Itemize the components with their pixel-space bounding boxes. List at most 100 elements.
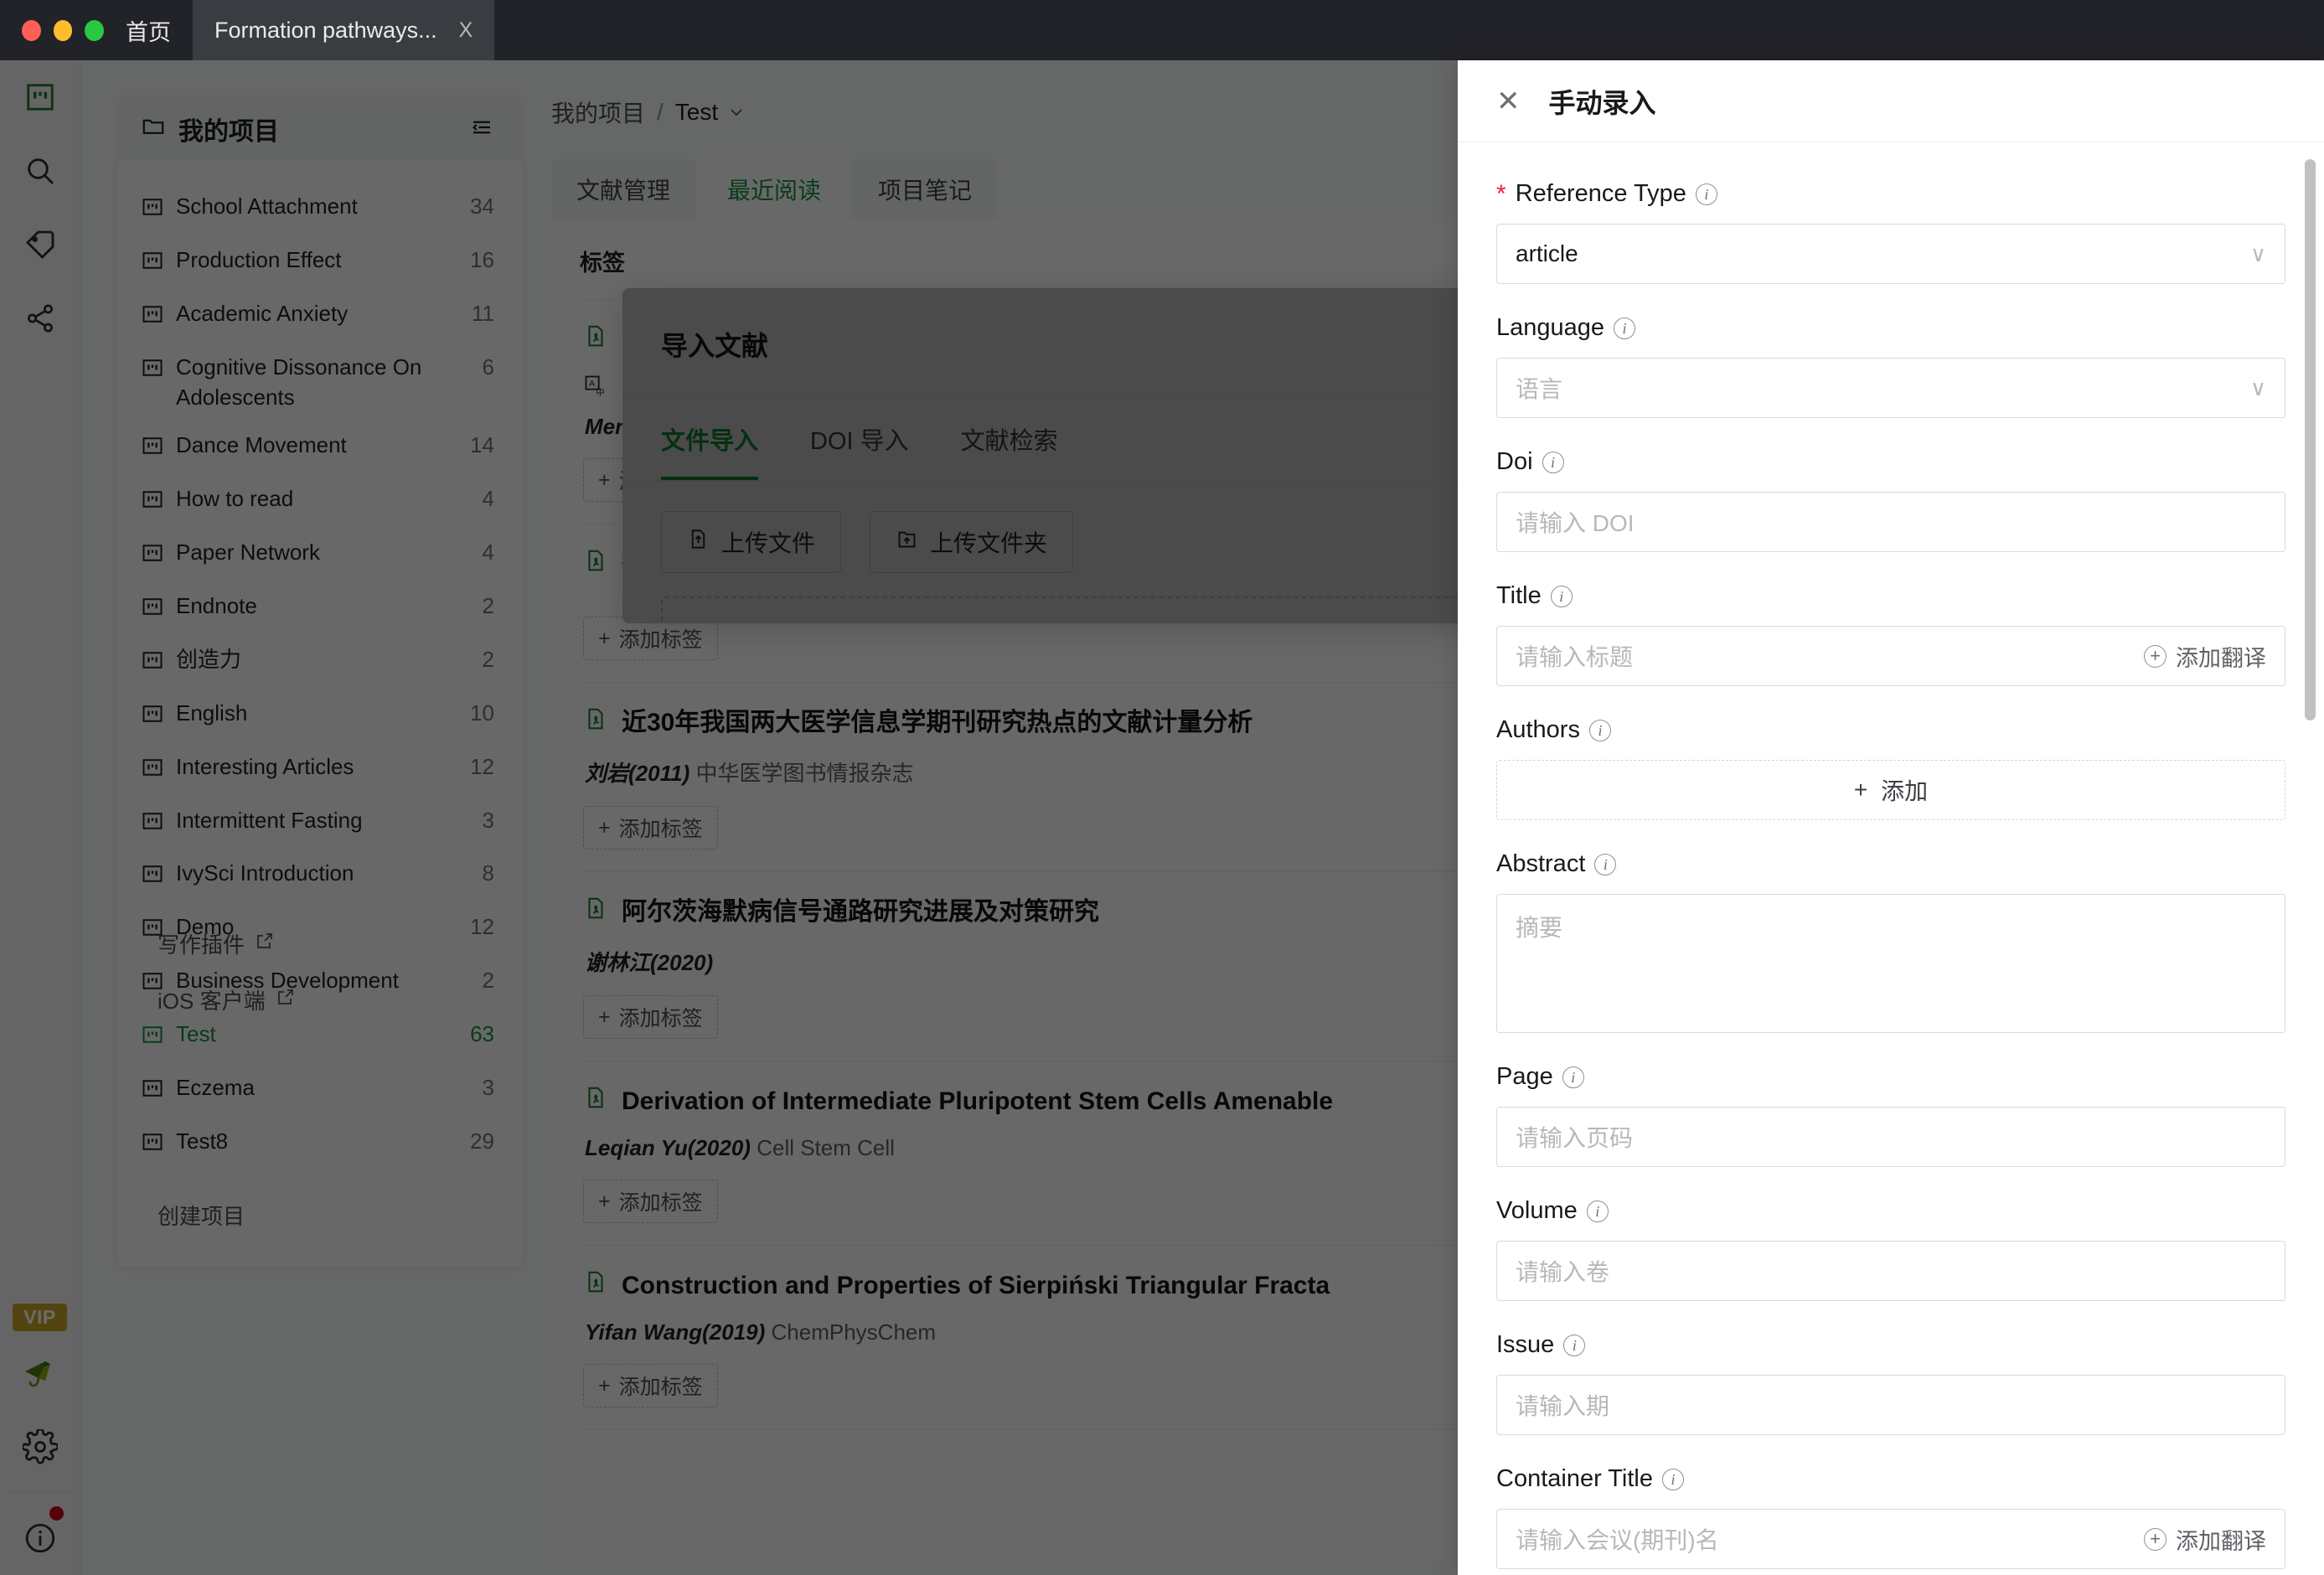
sidebar-item-ivysci-introduction[interactable]: IvySci Introduction 8 xyxy=(117,849,523,903)
info-tooltip-icon[interactable]: i xyxy=(1695,183,1717,205)
sidebar-item-intermittent-fasting[interactable]: Intermittent Fasting 3 xyxy=(117,797,523,850)
gear-icon[interactable] xyxy=(0,1410,80,1484)
field-label: Title xyxy=(1496,582,1542,609)
tab-最近阅读[interactable]: 最近阅读 xyxy=(702,159,847,219)
window-tab-document[interactable]: Formation pathways... X xyxy=(193,0,495,60)
document-title: 近30年我国两大医学信息学期刊研究热点的文献计量分析 xyxy=(622,709,1253,736)
plus-icon: + xyxy=(1853,777,1868,803)
sidebar-item-dance-movement[interactable]: Dance Movement 14 xyxy=(117,421,523,475)
project-icon xyxy=(141,1077,164,1108)
add-tag-button[interactable]: + 添加标签 xyxy=(583,995,718,1039)
vip-badge[interactable]: VIP xyxy=(13,1304,67,1331)
project-icon xyxy=(141,595,164,627)
maximize-window-button[interactable] xyxy=(85,19,105,41)
drawer-scrollbar[interactable] xyxy=(2305,159,2316,720)
field-value: article xyxy=(1516,240,1578,266)
field-label-row: Authors i xyxy=(1496,716,2285,744)
title-input[interactable]: 请输入标题 + 添加翻译 xyxy=(1496,626,2285,686)
upload-file-button[interactable]: 上传文件 xyxy=(661,511,842,573)
add-translation-button[interactable]: + 添加翻译 xyxy=(2144,1523,2266,1556)
collapse-panel-icon[interactable] xyxy=(469,115,494,144)
document-author-year: 谢林江(2020) xyxy=(585,950,714,975)
sidebar-item-创造力[interactable]: 创造力 2 xyxy=(117,636,523,689)
sidebar-item-production-effect[interactable]: Production Effect 16 xyxy=(117,236,523,290)
sidebar-item-test8[interactable]: Test8 29 xyxy=(117,1118,523,1171)
breadcrumb-root[interactable]: 我的项目 xyxy=(551,96,645,129)
projects-icon[interactable] xyxy=(0,60,80,134)
sidebar-item-academic-anxiety[interactable]: Academic Anxiety 11 xyxy=(117,290,523,343)
sidebar-item-how-to-read[interactable]: How to read 4 xyxy=(117,475,523,529)
reference_type-select[interactable]: article ∨ xyxy=(1496,224,2285,284)
info-tooltip-icon[interactable]: i xyxy=(1614,317,1636,339)
sidebar-item-count: 8 xyxy=(482,860,494,886)
add-tag-label: 添加标签 xyxy=(618,628,703,652)
upload-folder-button[interactable]: 上传文件夹 xyxy=(870,511,1074,573)
field-label: Reference Type xyxy=(1515,180,1686,207)
info-tooltip-icon[interactable]: i xyxy=(1586,1200,1609,1222)
sidebar-item-endnote[interactable]: Endnote 2 xyxy=(117,582,523,636)
close-window-button[interactable] xyxy=(22,19,41,41)
abstract-textarea[interactable]: 摘要 xyxy=(1496,894,2285,1033)
tab-项目笔记[interactable]: 项目笔记 xyxy=(853,159,998,219)
info-tooltip-icon[interactable]: i xyxy=(1542,451,1564,473)
info-tooltip-icon[interactable]: i xyxy=(1550,585,1573,607)
upload-folder-icon xyxy=(896,528,918,556)
breadcrumb-current[interactable]: Test xyxy=(675,99,746,126)
add-tag-button[interactable]: + 添加标签 xyxy=(583,1364,718,1407)
import-tab-DOI 导入[interactable]: DOI 导入 xyxy=(810,421,909,481)
sidebar-item-eczema[interactable]: Eczema 3 xyxy=(117,1064,523,1118)
info-icon[interactable] xyxy=(0,1501,80,1575)
footer-link-label: 写作插件 xyxy=(158,932,245,958)
import-tab-文件导入[interactable]: 文件导入 xyxy=(661,421,759,481)
info-tooltip-icon[interactable]: i xyxy=(1562,1066,1584,1088)
sidebar-item-paper-network[interactable]: Paper Network 4 xyxy=(117,529,523,582)
project-icon xyxy=(141,302,164,334)
search-icon[interactable] xyxy=(0,134,80,208)
doi-input[interactable]: 请输入 DOI xyxy=(1496,492,2285,552)
tab-文献管理[interactable]: 文献管理 xyxy=(551,159,696,219)
sidebar-item-school-attachment[interactable]: School Attachment 34 xyxy=(117,183,523,236)
file-dropzone[interactable]: 您还可以将文件或文件夹拖拽到这里上传 目前只支持 PDF 格式文献 导入 CAJ… xyxy=(661,596,1505,623)
field-placeholder: 请输入卷 xyxy=(1516,1259,1610,1285)
info-tooltip-icon[interactable]: i xyxy=(1588,719,1611,741)
info-tooltip-icon[interactable]: i xyxy=(1662,1468,1684,1490)
container_title-input[interactable]: 请输入会议(期刊)名 + 添加翻译 xyxy=(1496,1509,2285,1569)
field-placeholder: 请输入会议(期刊)名 xyxy=(1516,1527,1719,1553)
sidebar-item-english[interactable]: English 10 xyxy=(117,689,523,743)
window-tab-label: Formation pathways... xyxy=(214,17,437,43)
sidebar-item-cognitive-dissonance-on-adolescents[interactable]: Cognitive Dissonance On Adolescents 6 xyxy=(117,343,523,422)
issue-input[interactable]: 请输入期 xyxy=(1496,1375,2285,1435)
close-icon[interactable]: X xyxy=(459,18,473,43)
add-tag-button[interactable]: + 添加标签 xyxy=(583,806,718,849)
footer-link[interactable]: 写作插件 xyxy=(158,928,523,959)
add-tag-button[interactable]: + 添加标签 xyxy=(583,1180,718,1223)
document-title: 阿尔茨海默病信号通路研究进展及对策研究 xyxy=(622,898,1099,926)
umbrella-icon[interactable] xyxy=(0,1336,80,1410)
import-tab-文献检索[interactable]: 文献检索 xyxy=(961,421,1058,481)
project-icon xyxy=(141,648,164,680)
sidebar-item-count: 29 xyxy=(470,1128,494,1154)
window-tab-home[interactable]: 首页 xyxy=(104,0,193,60)
volume-input[interactable]: 请输入卷 xyxy=(1496,1241,2285,1301)
share-icon[interactable] xyxy=(0,281,80,355)
sidebar-item-interesting-articles[interactable]: Interesting Articles 12 xyxy=(117,743,523,797)
create-project-button[interactable]: 创建项目 xyxy=(117,1193,523,1242)
sidebar-footer: 写作插件 iOS 客户端 xyxy=(117,898,523,1041)
tag-icon[interactable] xyxy=(0,208,80,281)
drawer-form: * Reference Type i article ∨ Language i 语言 ∨ Doi i… xyxy=(1458,143,2324,1575)
page-input[interactable]: 请输入页码 xyxy=(1496,1107,2285,1167)
pdf-file-icon xyxy=(583,896,608,929)
project-icon xyxy=(141,862,164,894)
footer-link[interactable]: iOS 客户端 xyxy=(158,984,523,1015)
language-select[interactable]: 语言 ∨ xyxy=(1496,358,2285,418)
field-label: Authors xyxy=(1496,716,1580,743)
minimize-window-button[interactable] xyxy=(53,19,73,41)
info-tooltip-icon[interactable]: i xyxy=(1563,1334,1586,1356)
authors-add-button[interactable]: + 添加 xyxy=(1496,760,2285,820)
add-translation-button[interactable]: + 添加翻译 xyxy=(2144,640,2266,673)
traffic-lights xyxy=(0,0,105,60)
sidebar-item-count: 14 xyxy=(470,432,494,458)
close-icon[interactable]: ✕ xyxy=(1496,87,1521,116)
info-tooltip-icon[interactable]: i xyxy=(1594,853,1617,875)
upload-file-icon xyxy=(687,528,710,556)
